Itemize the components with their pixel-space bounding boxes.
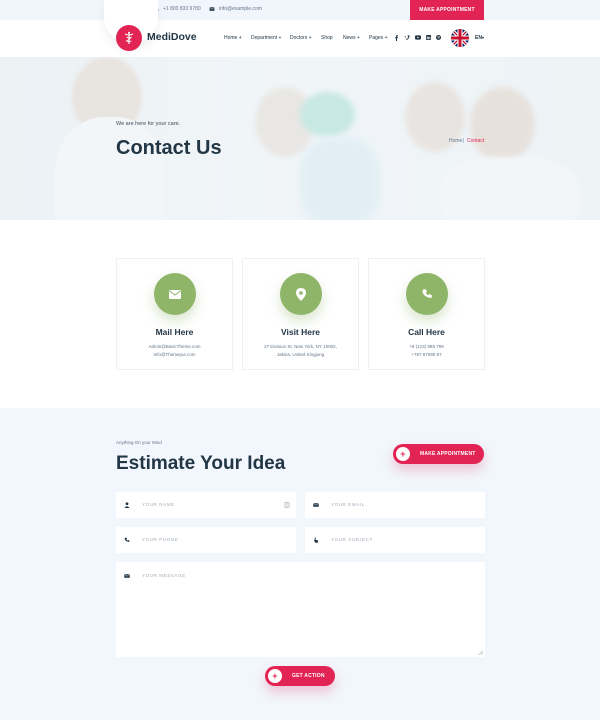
topbar-phone[interactable]: +1 800 833 9780 [153, 6, 201, 12]
page-title: Contact Us [116, 137, 222, 159]
contact-card-mail: Mail Here Admin@BasicTheme.com Info@Them… [116, 258, 233, 370]
card-line[interactable]: Admin@BasicTheme.com [117, 344, 232, 349]
phone-placeholder: YOUR PHONE [142, 537, 179, 542]
phone-field[interactable]: YOUR PHONE [116, 527, 296, 553]
contact-card-visit: Visit Here 27 Division St, New York, NY … [242, 258, 359, 370]
user-icon [124, 502, 130, 508]
language-label: EN [475, 35, 482, 41]
linkedin-icon[interactable] [425, 34, 432, 41]
form-pretitle: Anything On your Mind [116, 440, 162, 445]
breadcrumb-current: Contact [467, 138, 485, 144]
topbar-phone-text: +1 800 833 9780 [163, 6, 201, 12]
card-line: Jakina, United Kingjung [276, 352, 325, 357]
nav-department[interactable]: Department + [251, 35, 281, 41]
chevron-down-icon: ▾ [481, 35, 484, 40]
make-appointment-button[interactable]: + MAKE APPOINTMENT [393, 444, 484, 464]
language-selector[interactable]: EN▾ [475, 35, 484, 41]
make-appointment-top-button[interactable]: MAKE APPOINTMENT [410, 0, 484, 20]
hero-banner [0, 57, 600, 220]
envelope-icon [124, 574, 130, 578]
subject-field[interactable]: YOUR SUBJECT [305, 527, 485, 553]
card-line[interactable]: Info@Themepur.com [117, 352, 232, 357]
brand-name[interactable]: MediDove [147, 31, 197, 43]
card-title: Call Here [408, 327, 445, 337]
nav-doctors[interactable]: Doctors + [290, 35, 312, 41]
map-marker-icon [280, 273, 322, 315]
message-placeholder: YOUR MESSAGE [142, 573, 186, 578]
id-card-icon [284, 502, 290, 508]
hero-subtitle: We are here for your care. [116, 121, 181, 127]
nav-shop[interactable]: Shop [321, 35, 333, 41]
nav-home[interactable]: Home + [224, 35, 242, 41]
card-title: Mail Here [155, 327, 194, 337]
name-placeholder: YOUR NAME [142, 502, 175, 507]
phone-icon [406, 273, 448, 315]
envelope-icon [154, 273, 196, 315]
topbar-email[interactable]: info@example.com [209, 6, 262, 12]
subject-placeholder: YOUR SUBJECT [331, 537, 373, 542]
youtube-icon[interactable] [414, 34, 421, 41]
plus-icon: + [268, 669, 282, 683]
get-action-button[interactable]: + GET ACTION [265, 666, 335, 686]
envelope-icon [209, 7, 215, 11]
envelope-icon [313, 503, 319, 507]
email-field[interactable]: YOUR EMAIL [305, 492, 485, 518]
get-action-label: GET ACTION [292, 673, 325, 679]
topbar-email-text: info@example.com [219, 6, 262, 12]
card-line: 27 Division St, New York, NY 10002, [264, 344, 337, 349]
vimeo-icon[interactable] [403, 34, 410, 41]
nav-pages[interactable]: Pages + [369, 35, 388, 41]
top-bar: +1 800 833 9780 info@example.com MAKE AP… [0, 0, 600, 20]
breadcrumb-home[interactable]: Home [449, 138, 462, 144]
breadcrumb-separator: | [463, 138, 465, 144]
phone-icon [124, 537, 130, 542]
message-textarea[interactable]: YOUR MESSAGE [116, 562, 485, 657]
card-title: Visit Here [280, 327, 321, 337]
contact-card-call: Call Here +8 (123) 985 789 +787 87889 87 [368, 258, 485, 370]
resize-handle-icon[interactable] [478, 650, 483, 655]
pinterest-icon[interactable] [435, 34, 442, 41]
nav-news[interactable]: News + [343, 35, 360, 41]
uk-flag-icon[interactable] [451, 29, 469, 47]
card-line[interactable]: +787 87889 87 [369, 352, 484, 357]
email-placeholder: YOUR EMAIL [331, 502, 365, 507]
name-field[interactable]: YOUR NAME [116, 492, 296, 518]
hero-overlay [0, 57, 600, 220]
logo-icon[interactable] [116, 25, 142, 51]
hand-pointer-icon [313, 537, 319, 543]
form-title: Estimate Your Idea [116, 453, 286, 474]
plus-icon: + [396, 447, 410, 461]
card-line[interactable]: +8 (123) 985 789 [369, 344, 484, 349]
make-appointment-label: MAKE APPOINTMENT [420, 451, 476, 457]
facebook-icon[interactable] [393, 34, 400, 41]
